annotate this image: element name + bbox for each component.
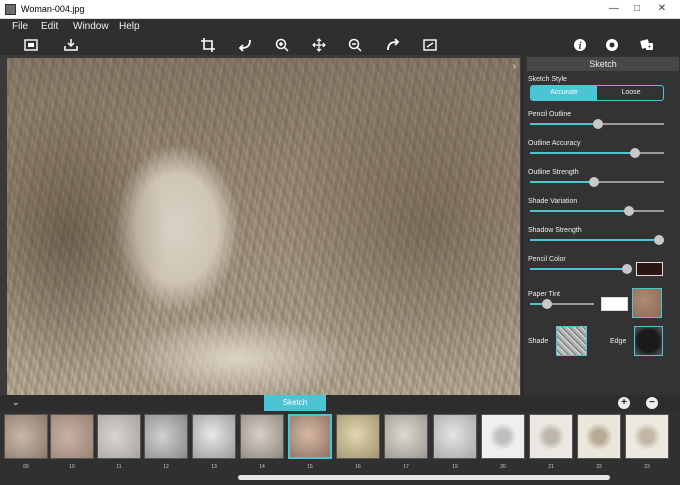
outline-strength-label: Outline Strength <box>528 169 579 176</box>
preset-number: 09 <box>23 464 29 470</box>
pencil-outline-label: Pencil Outline <box>528 111 572 118</box>
sketch-style-label: Sketch Style <box>528 76 567 83</box>
crop-icon[interactable] <box>199 36 217 54</box>
toolbar: i <box>0 35 680 55</box>
app-icon <box>5 4 16 15</box>
preset-number: 11 <box>116 464 122 470</box>
preset-thumbnail[interactable] <box>577 414 621 459</box>
preset-thumbnail[interactable] <box>529 414 573 459</box>
preset-thumbnail[interactable] <box>384 414 428 459</box>
info-icon[interactable]: i <box>571 36 589 54</box>
style-loose-button[interactable]: Loose <box>598 86 663 100</box>
preset-number: 22 <box>596 464 602 470</box>
style-accurate-button[interactable]: Accurate <box>531 86 597 100</box>
preset-thumbnail[interactable] <box>192 414 236 459</box>
undo-icon[interactable] <box>236 36 254 54</box>
pencil-color-swatch[interactable] <box>636 262 663 276</box>
pencil-outline-slider[interactable] <box>530 119 664 129</box>
paper-tint-slider[interactable] <box>530 299 594 309</box>
preset-thumbnail[interactable] <box>97 414 141 459</box>
dice-icon[interactable] <box>638 36 656 54</box>
outline-accuracy-label: Outline Accuracy <box>528 140 581 147</box>
menu-window[interactable]: Window <box>73 21 109 32</box>
preset-thumbnail[interactable] <box>50 414 94 459</box>
sketch-settings-panel: Sketch Sketch Style Accurate Loose Penci… <box>522 55 680 395</box>
pencil-color-slider[interactable] <box>530 264 632 274</box>
move-icon[interactable] <box>310 36 328 54</box>
save-tray-icon[interactable] <box>62 36 80 54</box>
preset-thumbnail[interactable] <box>288 414 332 459</box>
edge-label: Edge <box>610 338 627 345</box>
expand-panel-icon[interactable]: › <box>513 61 516 72</box>
preset-thumbnail[interactable] <box>625 414 669 459</box>
preset-number: 23 <box>644 464 650 470</box>
sketch-preview-image[interactable]: › <box>7 58 520 395</box>
menu-bar: File Edit Window Help <box>0 19 680 35</box>
minimize-button[interactable]: — <box>603 2 625 16</box>
sketch-shading <box>7 58 520 395</box>
fit-screen-icon[interactable] <box>421 36 439 54</box>
pencil-color-label: Pencil Color <box>528 256 566 263</box>
shade-variation-label: Shade Variation <box>528 198 578 205</box>
shadow-strength-slider[interactable] <box>530 235 664 245</box>
preset-number: 19 <box>452 464 458 470</box>
canvas-frame: › <box>0 55 522 395</box>
paper-tint-label: Paper Tint <box>528 291 560 298</box>
title-bar: Woman-004.jpg — □ ✕ <box>0 0 680 19</box>
zoom-out-icon[interactable] <box>346 36 364 54</box>
outline-accuracy-slider[interactable] <box>530 148 664 158</box>
preset-thumbnail[interactable] <box>481 414 525 459</box>
settings-wheel-icon[interactable] <box>603 36 621 54</box>
remove-preset-button[interactable]: − <box>646 397 658 409</box>
preset-thumbnail[interactable] <box>4 414 48 459</box>
preset-strip-bar: ⌄ Sketch + − <box>0 395 680 411</box>
shade-variation-slider[interactable] <box>530 206 664 216</box>
menu-help[interactable]: Help <box>119 21 140 32</box>
add-preset-button[interactable]: + <box>618 397 630 409</box>
preset-number: 14 <box>259 464 265 470</box>
redo-icon[interactable] <box>384 36 402 54</box>
preset-thumbnail[interactable] <box>433 414 477 459</box>
outline-strength-slider[interactable] <box>530 177 664 187</box>
preset-number: 15 <box>307 464 313 470</box>
preset-number: 12 <box>163 464 169 470</box>
panel-title: Sketch <box>527 57 679 71</box>
preset-thumbnail[interactable] <box>240 414 284 459</box>
preset-number: 10 <box>69 464 75 470</box>
preset-thumbnail[interactable] <box>336 414 380 459</box>
preset-number: 13 <box>211 464 217 470</box>
preset-thumbnail-strip: 09 10 11 12 13 14 15 16 17 19 20 21 22 23 <box>0 411 680 485</box>
tab-sketch[interactable]: Sketch <box>264 395 326 411</box>
strip-scrollbar[interactable] <box>238 475 610 480</box>
paper-texture-thumbnail[interactable] <box>632 288 662 318</box>
window-title: Woman-004.jpg <box>21 4 85 14</box>
preset-number: 21 <box>548 464 554 470</box>
image-view-icon[interactable] <box>22 36 40 54</box>
preset-thumbnail[interactable] <box>144 414 188 459</box>
svg-text:i: i <box>579 41 582 52</box>
preset-number: 16 <box>355 464 361 470</box>
zoom-in-icon[interactable] <box>273 36 291 54</box>
edge-texture-thumbnail[interactable] <box>634 326 663 356</box>
shadow-strength-label: Shadow Strength <box>528 227 582 234</box>
menu-file[interactable]: File <box>12 21 28 32</box>
collapse-strip-icon[interactable]: ⌄ <box>12 397 20 408</box>
sketch-style-toggle: Accurate Loose <box>530 85 664 101</box>
maximize-button[interactable]: □ <box>626 2 648 16</box>
paper-tint-swatch[interactable] <box>601 297 628 311</box>
menu-edit[interactable]: Edit <box>41 21 58 32</box>
preset-number: 17 <box>403 464 409 470</box>
shade-label: Shade <box>528 338 549 345</box>
shade-texture-thumbnail[interactable] <box>556 326 587 356</box>
close-button[interactable]: ✕ <box>651 2 673 16</box>
preset-number: 20 <box>500 464 506 470</box>
